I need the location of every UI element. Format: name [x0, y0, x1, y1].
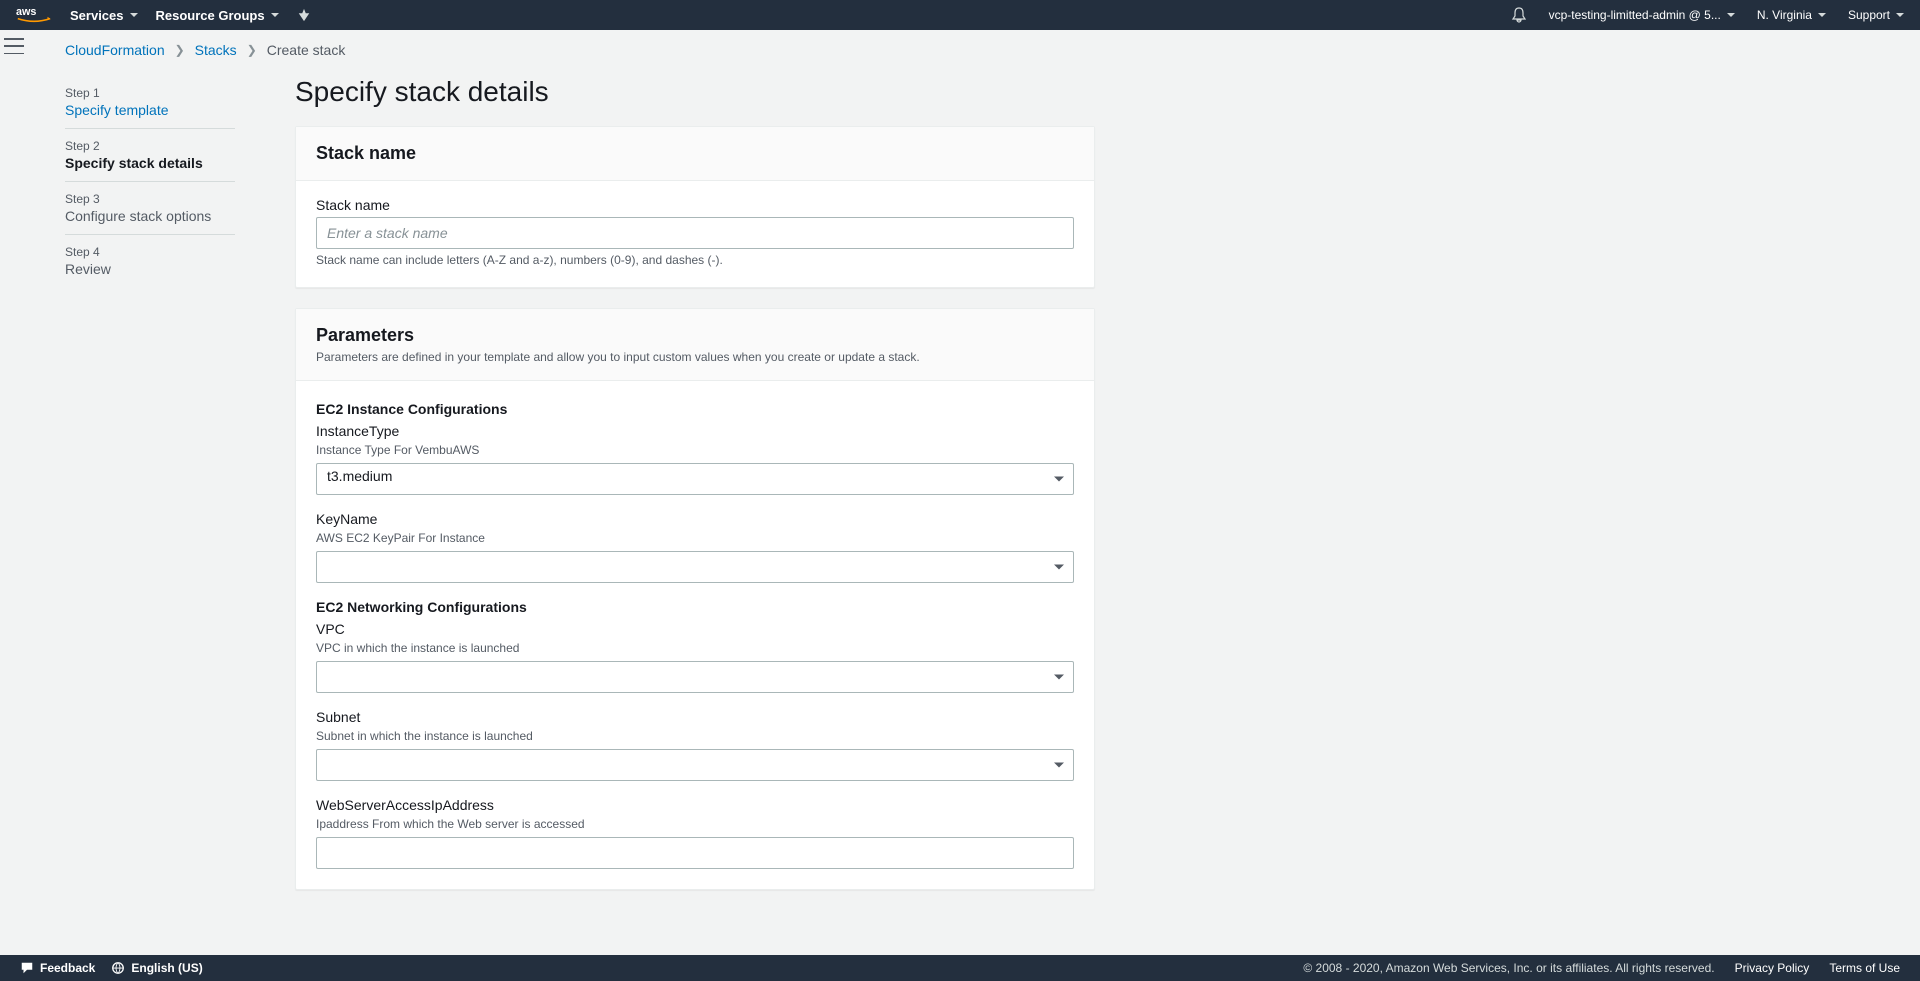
bell-icon — [1511, 7, 1527, 23]
top-header: aws Services Resource Groups vcp-testing… — [0, 0, 1920, 30]
breadcrumb-current: Create stack — [267, 42, 346, 58]
header-left: aws Services Resource Groups — [16, 4, 311, 26]
steps-sidebar: Step 1 Specify template Step 2 Specify s… — [65, 76, 235, 910]
step-num: Step 2 — [65, 139, 235, 153]
hamburger-icon — [4, 38, 24, 54]
step-4: Step 4 Review — [65, 235, 235, 287]
panel-header: Parameters Parameters are defined in you… — [296, 309, 1094, 381]
step-3: Step 3 Configure stack options — [65, 182, 235, 235]
step-label: Specify template — [65, 102, 235, 118]
chevron-down-icon — [1818, 13, 1826, 17]
language-label: English (US) — [131, 961, 202, 975]
svg-text:aws: aws — [16, 6, 36, 18]
chevron-right-icon: ❯ — [175, 43, 185, 57]
step-label: Configure stack options — [65, 208, 235, 224]
stack-name-panel: Stack name Stack name Stack name can inc… — [295, 126, 1095, 288]
footer-bar: Feedback English (US) © 2008 - 2020, Ama… — [0, 955, 1920, 981]
feedback-button[interactable]: Feedback — [20, 961, 95, 975]
key-name-field: KeyName AWS EC2 KeyPair For Instance — [316, 511, 1074, 583]
stack-name-label: Stack name — [316, 197, 1074, 213]
vpc-select[interactable] — [316, 661, 1074, 693]
page-title: Specify stack details — [295, 76, 1095, 108]
field-label: Subnet — [316, 709, 1074, 725]
field-label: KeyName — [316, 511, 1074, 527]
instance-type-field: InstanceType Instance Type For VembuAWS … — [316, 423, 1074, 495]
services-menu[interactable]: Services — [70, 8, 138, 23]
step-1[interactable]: Step 1 Specify template — [65, 76, 235, 129]
breadcrumb: CloudFormation ❯ Stacks ❯ Create stack — [65, 42, 1490, 58]
panel-title: Stack name — [316, 143, 1074, 164]
page-wrapper: CloudFormation ❯ Stacks ❯ Create stack S… — [0, 30, 1920, 940]
globe-icon — [111, 961, 125, 975]
parameters-panel: Parameters Parameters are defined in you… — [295, 308, 1095, 890]
terms-of-use-link[interactable]: Terms of Use — [1829, 961, 1900, 975]
language-button[interactable]: English (US) — [111, 961, 202, 975]
breadcrumb-stacks[interactable]: Stacks — [195, 42, 237, 58]
region-menu[interactable]: N. Virginia — [1757, 8, 1826, 22]
panel-body: EC2 Instance Configurations InstanceType… — [296, 381, 1094, 889]
main-form: Specify stack details Stack name Stack n… — [295, 76, 1095, 910]
step-num: Step 1 — [65, 86, 235, 100]
footer-right: © 2008 - 2020, Amazon Web Services, Inc.… — [1303, 961, 1900, 975]
ec2-instance-heading: EC2 Instance Configurations — [316, 401, 1074, 417]
pin-icon — [297, 8, 311, 22]
subnet-select[interactable] — [316, 749, 1074, 781]
chevron-right-icon: ❯ — [247, 43, 257, 57]
aws-logo[interactable]: aws — [16, 4, 52, 26]
privacy-policy-link[interactable]: Privacy Policy — [1735, 961, 1810, 975]
pin-button[interactable] — [297, 8, 311, 22]
field-label: InstanceType — [316, 423, 1074, 439]
account-menu[interactable]: vcp-testing-limitted-admin @ 5... — [1549, 8, 1735, 22]
vpc-field: VPC VPC in which the instance is launche… — [316, 621, 1074, 693]
aws-logo-icon: aws — [16, 4, 52, 26]
chevron-down-icon — [271, 13, 279, 17]
chevron-down-icon — [130, 13, 138, 17]
panel-header: Stack name — [296, 127, 1094, 181]
step-2: Step 2 Specify stack details — [65, 129, 235, 182]
region-label: N. Virginia — [1757, 8, 1812, 22]
chevron-down-icon — [1896, 13, 1904, 17]
webserver-ip-input[interactable] — [316, 837, 1074, 869]
feedback-label: Feedback — [40, 961, 95, 975]
step-label: Specify stack details — [65, 155, 235, 171]
panel-body: Stack name Stack name can include letter… — [296, 181, 1094, 287]
stack-name-input[interactable] — [316, 217, 1074, 249]
header-right: vcp-testing-limitted-admin @ 5... N. Vir… — [1511, 7, 1904, 23]
chevron-down-icon — [1727, 13, 1735, 17]
field-hint: AWS EC2 KeyPair For Instance — [316, 531, 1074, 545]
step-num: Step 4 — [65, 245, 235, 259]
services-label: Services — [70, 8, 124, 23]
subnet-field: Subnet Subnet in which the instance is l… — [316, 709, 1074, 781]
wizard-layout: Step 1 Specify template Step 2 Specify s… — [65, 76, 1490, 910]
field-hint: VPC in which the instance is launched — [316, 641, 1074, 655]
webserver-ip-field: WebServerAccessIpAddress Ipaddress From … — [316, 797, 1074, 869]
content-area: CloudFormation ❯ Stacks ❯ Create stack S… — [30, 30, 1530, 940]
resource-groups-menu[interactable]: Resource Groups — [156, 8, 279, 23]
stack-name-hint: Stack name can include letters (A-Z and … — [316, 253, 1074, 267]
instance-type-select[interactable]: t3.medium — [316, 463, 1074, 495]
account-label: vcp-testing-limitted-admin @ 5... — [1549, 8, 1721, 22]
key-name-select[interactable] — [316, 551, 1074, 583]
notifications-button[interactable] — [1511, 7, 1527, 23]
speech-bubble-icon — [20, 961, 34, 975]
panel-title: Parameters — [316, 325, 1074, 346]
step-label: Review — [65, 261, 235, 277]
footer-left: Feedback English (US) — [20, 961, 203, 975]
copyright-text: © 2008 - 2020, Amazon Web Services, Inc.… — [1303, 961, 1714, 975]
field-hint: Subnet in which the instance is launched — [316, 729, 1074, 743]
field-hint: Ipaddress From which the Web server is a… — [316, 817, 1074, 831]
resource-groups-label: Resource Groups — [156, 8, 265, 23]
support-label: Support — [1848, 8, 1890, 22]
field-label: WebServerAccessIpAddress — [316, 797, 1074, 813]
field-hint: Instance Type For VembuAWS — [316, 443, 1074, 457]
sidebar-toggle[interactable] — [4, 38, 24, 54]
panel-subtitle: Parameters are defined in your template … — [316, 350, 1074, 364]
support-menu[interactable]: Support — [1848, 8, 1904, 22]
breadcrumb-cloudformation[interactable]: CloudFormation — [65, 42, 165, 58]
step-num: Step 3 — [65, 192, 235, 206]
ec2-networking-heading: EC2 Networking Configurations — [316, 599, 1074, 615]
field-label: VPC — [316, 621, 1074, 637]
